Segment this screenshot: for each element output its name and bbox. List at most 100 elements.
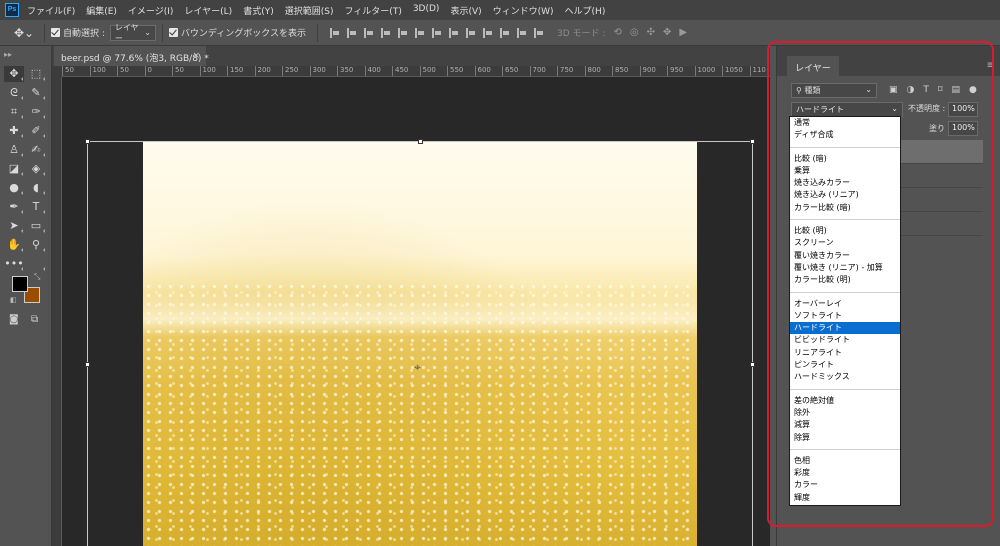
lasso-icon[interactable]: ᘓ — [4, 85, 24, 101]
paint-bucket-icon[interactable]: ◈ — [26, 161, 46, 177]
auto-select-dropdown[interactable]: レイヤー ⌄ — [109, 23, 156, 43]
type-icon[interactable]: T — [26, 199, 46, 215]
transform-handle[interactable] — [85, 362, 90, 367]
fill-field[interactable]: 100% — [948, 121, 978, 136]
blur-icon[interactable]: ● — [4, 180, 24, 196]
menu-item[interactable]: 編集(E) — [86, 4, 117, 17]
blend-mode-option[interactable]: ハードミックス — [790, 371, 900, 383]
menu-item[interactable]: フィルター(T) — [344, 4, 401, 17]
blend-mode-option[interactable]: ピンライト — [790, 359, 900, 371]
menu-item[interactable]: 書式(Y) — [243, 4, 274, 17]
screen-mode-icon[interactable]: ⧉ — [31, 314, 38, 325]
crop-icon[interactable]: ⌗ — [4, 104, 24, 120]
pixel-filter-icon[interactable]: ▣ — [889, 85, 898, 95]
more-tools-icon[interactable]: ••• — [4, 256, 24, 272]
show-transform-checkbox[interactable] — [168, 28, 178, 37]
pan-3d-icon[interactable]: ✣ — [647, 27, 655, 38]
rectangle-icon[interactable]: ▭ — [26, 218, 46, 234]
document-tab[interactable]: beer.psd @ 77.6% (泡3, RGB/8) * × — [54, 46, 209, 66]
brush-icon[interactable]: ✐ — [26, 123, 46, 139]
blend-mode-option[interactable]: 比較 (明) — [790, 225, 900, 237]
blend-mode-option[interactable]: 彩度 — [790, 467, 900, 479]
blend-mode-option[interactable]: カラー比較 (明) — [790, 274, 900, 286]
blend-mode-option[interactable]: リニアライト — [790, 347, 900, 359]
swap-colors-icon[interactable]: ⤡ — [34, 272, 40, 282]
transform-bounding-box[interactable] — [85, 139, 755, 546]
move-tool-preset-icon[interactable]: ✥⌄ — [14, 26, 38, 40]
blend-mode-option[interactable]: 減算 — [790, 419, 900, 431]
hamburger-icon[interactable]: ≡ — [987, 60, 995, 71]
healing-brush-icon[interactable]: ✚ — [4, 123, 24, 139]
menu-item[interactable]: イメージ(I) — [128, 4, 174, 17]
layer-filter-dropdown[interactable]: ⚲ 種類 ⌄ — [791, 82, 877, 98]
distribute-bottom-icon[interactable] — [466, 27, 476, 38]
pen-icon[interactable]: ✒ — [4, 199, 24, 215]
canvas-area[interactable]: ⌖ — [62, 77, 770, 546]
camera-3d-icon[interactable]: ▶ — [679, 27, 687, 38]
eraser-icon[interactable]: ◪ — [4, 161, 24, 177]
menu-item[interactable]: 表示(V) — [450, 4, 481, 17]
horizontal-ruler[interactable]: 50 100 50 0 50 100 150 200 250 300 350 400 450 500 550… — [62, 66, 770, 77]
hand-icon[interactable]: ✋ — [4, 237, 24, 253]
orbit-3d-icon[interactable]: ⟲ — [613, 27, 621, 38]
menu-item[interactable]: ウィンドウ(W) — [493, 4, 554, 17]
blend-mode-option[interactable]: 焼き込み (リニア) — [790, 189, 900, 201]
foreground-color-swatch[interactable] — [12, 276, 28, 292]
blend-mode-option[interactable]: カラー比較 (暗) — [790, 202, 900, 214]
transform-handle[interactable] — [750, 362, 755, 367]
transform-handle[interactable] — [85, 139, 90, 144]
quick-select-icon[interactable]: ✎ — [26, 85, 46, 101]
menu-item[interactable]: 3D(D) — [413, 4, 440, 17]
align-vcenter-icon[interactable] — [347, 27, 357, 38]
shape-filter-icon[interactable]: ⌑ — [938, 85, 943, 95]
blend-mode-option[interactable]: 焼き込みカラー — [790, 177, 900, 189]
smart-object-filter-icon[interactable]: ▤ — [952, 85, 961, 95]
blend-mode-option[interactable]: ビビッドライト — [790, 334, 900, 346]
history-brush-icon[interactable]: ✍ — [26, 142, 46, 158]
adjustment-filter-icon[interactable]: ◑ — [907, 85, 915, 95]
vertical-ruler[interactable] — [52, 77, 62, 546]
menu-item[interactable]: ヘルプ(H) — [565, 4, 606, 17]
marquee-icon[interactable]: ⬚ — [26, 66, 46, 82]
distribute-right-icon[interactable] — [517, 27, 527, 38]
default-colors-icon[interactable]: ◧ — [10, 296, 17, 304]
distribute-vcenter-icon[interactable] — [449, 27, 459, 38]
move-icon[interactable]: ✥ — [4, 66, 24, 82]
close-icon[interactable]: × — [192, 51, 200, 61]
blend-mode-dropdown[interactable]: ハードライト ⌄ — [791, 102, 903, 117]
roll-3d-icon[interactable]: ◎ — [630, 27, 639, 38]
zoom-icon[interactable]: ⚲ — [26, 237, 46, 253]
distribute-top-icon[interactable] — [432, 27, 442, 38]
clone-stamp-icon[interactable]: ♙ — [4, 142, 24, 158]
panel-grip-icon[interactable]: ▸▸ — [4, 50, 12, 59]
align-bottom-icon[interactable] — [364, 27, 374, 38]
align-right-icon[interactable] — [415, 27, 425, 38]
transform-handle[interactable] — [418, 139, 423, 144]
path-select-icon[interactable]: ➤ — [4, 218, 24, 234]
blend-mode-option[interactable]: カラー — [790, 479, 900, 491]
blend-mode-option[interactable]: ディザ合成 — [790, 129, 900, 141]
blend-mode-option[interactable]: 比較 (暗) — [790, 153, 900, 165]
dodge-icon[interactable]: ◖ — [26, 180, 46, 196]
blend-mode-option[interactable]: 差の絶対値 — [790, 395, 900, 407]
align-hcenter-icon[interactable] — [398, 27, 408, 38]
blend-mode-option[interactable]: オーバーレイ — [790, 298, 900, 310]
distribute-left-icon[interactable] — [483, 27, 493, 38]
auto-select-checkbox[interactable] — [51, 28, 60, 37]
blend-mode-option[interactable]: 覆い焼きカラー — [790, 250, 900, 262]
align-top-icon[interactable] — [330, 27, 340, 38]
blend-mode-option[interactable]: 色相 — [790, 455, 900, 467]
blend-mode-option[interactable]: ハードライト — [790, 322, 900, 335]
blend-mode-option[interactable]: スクリーン — [790, 237, 900, 249]
menu-item[interactable]: レイヤー(L) — [184, 4, 232, 17]
tab-layers[interactable]: レイヤー — [787, 56, 839, 76]
eyedropper-icon[interactable]: ✑ — [26, 104, 46, 120]
blend-mode-option[interactable]: 乗算 — [790, 165, 900, 177]
crosshair-icon[interactable]: ⌖ — [414, 360, 421, 375]
align-left-icon[interactable] — [381, 27, 391, 38]
blend-mode-option[interactable]: 通常 — [790, 117, 900, 129]
menu-item[interactable]: 選択範囲(S) — [285, 4, 334, 17]
quick-mask-icon[interactable]: ◙ — [9, 314, 19, 325]
transform-handle[interactable] — [750, 139, 755, 144]
opacity-field[interactable]: 100% — [948, 102, 978, 117]
